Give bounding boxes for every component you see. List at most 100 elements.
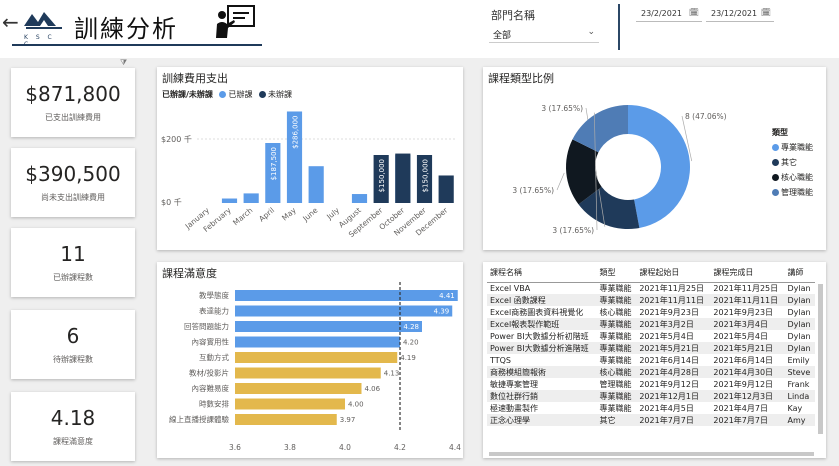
kpi-card-satisfaction: 4.18 課程滿意度 — [11, 392, 135, 461]
kpi-label: 課程滿意度 — [53, 437, 93, 446]
x-tick-label: 4.0 — [339, 443, 351, 452]
table-cell: 專業職能 — [599, 283, 632, 293]
table-row[interactable]: Excel商務圖表資料視覺化 核心職能 2021年9月23日 2021年9月23日 Dy… — [487, 306, 815, 318]
x-tick-label: 3.8 — [284, 443, 296, 452]
kpi-label: 尚未支出訓練費用 — [41, 193, 105, 202]
table-row[interactable]: Excel 函數課程 專業職能 2021年11月11日 2021年11月11日 Dyla… — [487, 294, 815, 306]
table-cell: Amy — [784, 414, 815, 426]
x-tick-label: July — [324, 205, 341, 222]
column-header[interactable]: 課程名稱 — [487, 264, 597, 283]
bar-data-label: $150,000 — [422, 159, 430, 192]
table-cell: 2021年4月5日 — [639, 403, 694, 413]
satisfaction-panel: 課程滿意度 教學態度 4.41 表達能力 4.39 回答問題能力 4.28 內容實用性 4.2… — [157, 262, 463, 458]
y-tick-label: $200 千 — [161, 134, 192, 144]
dept-filter-label: 部門名稱 — [491, 9, 535, 22]
table-cell: 2021年3月2日 — [636, 318, 711, 330]
table-row[interactable]: Excel VBA 專業職能 2021年11月25日 2021年11月25日 Dylan — [487, 282, 815, 294]
legend-dot-icon — [772, 174, 779, 181]
bar-data-label: 4.13 — [384, 370, 400, 378]
filter-icon[interactable]: ⧩ — [120, 58, 127, 68]
end-date-value: 23/12/2021 — [711, 9, 758, 18]
table-row[interactable]: 商務模組簡報術 核心職能 2021年4月28日 2021年4月30日 Steve — [487, 366, 815, 378]
kpi-value: 4.18 — [50, 406, 96, 430]
column-header[interactable]: 課程起始日 — [636, 264, 711, 283]
table-cell: 專業職能 — [596, 390, 637, 402]
table-row[interactable]: 正念心理學 其它 2021年7月7日 2021年7月7日 Amy — [487, 414, 815, 426]
back-arrow-icon[interactable]: ← — [2, 10, 19, 34]
table-cell: TTQS — [490, 355, 512, 365]
bar[interactable] — [235, 305, 453, 317]
column-header[interactable]: 類型 — [596, 264, 637, 283]
bar[interactable] — [221, 198, 238, 203]
page-title: 訓練分析 — [74, 15, 178, 43]
table-row[interactable]: 數位社群行銷 專業職能 2021年12月1日 2021年12月3日 Linda — [487, 390, 815, 402]
table-cell: 2021年9月23日 — [639, 307, 699, 317]
table-cell: 2021年4月30日 — [710, 366, 785, 378]
table-cell: Frank — [787, 379, 810, 389]
dept-filter-dropdown[interactable]: 全部 ⌄ — [489, 25, 599, 43]
column-header[interactable]: 講師 — [784, 264, 815, 283]
table-row[interactable]: 敏捷專案管理 管理職能 2021年9月12日 2021年9月12日 Frank — [487, 378, 815, 390]
kpi-value: 11 — [60, 242, 86, 266]
table-cell: 2021年6月14日 — [639, 355, 699, 365]
table-cell: Dylan — [787, 331, 811, 341]
table-cell: Power BI大數據分析進階班 — [487, 342, 597, 354]
x-tick-label: March — [231, 205, 254, 227]
table-cell: 2021年5月21日 — [710, 342, 785, 354]
y-tick-label: 線上直播授課體驗 — [169, 414, 229, 424]
legend-item[interactable]: 其它 — [772, 157, 813, 168]
bar[interactable] — [235, 290, 458, 301]
table-cell: 2021年3月4日 — [710, 318, 785, 330]
table-cell: 核心職能 — [596, 366, 637, 378]
table-row[interactable]: Power BI大數據分析進階班 專業職能 2021年5月21日 2021年5月21日… — [487, 342, 815, 354]
bar[interactable] — [438, 175, 454, 203]
kpi-label: 已辦課程數 — [53, 273, 93, 282]
y-tick-label: 教學態度 — [199, 290, 229, 300]
bar[interactable] — [235, 414, 337, 425]
bar[interactable] — [235, 367, 381, 379]
legend-item[interactable]: 管理職能 — [772, 187, 813, 198]
calendar-icon[interactable]: 🗓 — [689, 8, 699, 17]
header-divider — [618, 4, 620, 50]
table-scrollbar[interactable] — [818, 284, 823, 434]
legend-item[interactable]: 專業職能 — [772, 142, 813, 153]
donut-legend: 類型 專業職能 其它 核心職能 管理職能 — [772, 127, 813, 202]
legend-item[interactable]: 核心職能 — [772, 172, 813, 183]
legend-label: 管理職能 — [781, 188, 813, 197]
table-row[interactable]: 極速動畫製作 專業職能 2021年4月5日 2021年4月7日 Kay — [487, 402, 815, 414]
calendar-icon[interactable]: 🗓 — [761, 8, 771, 17]
slice-data-label: 3 (17.65%) — [541, 104, 583, 113]
legend-dot-icon — [772, 144, 779, 151]
bar[interactable] — [243, 193, 259, 203]
bar[interactable] — [395, 153, 411, 203]
bar[interactable] — [235, 383, 362, 394]
presenter-icon — [214, 4, 258, 44]
table-cell: 2021年11月11日 — [636, 294, 711, 306]
leader-line — [556, 172, 565, 191]
start-date-input[interactable]: 23/2/2021 🗓 — [636, 6, 702, 22]
table-row[interactable]: Excel報表製作範班 專業職能 2021年3月2日 2021年3月4日 Dylan — [487, 318, 815, 330]
x-tick-label: June — [300, 205, 319, 223]
table-row[interactable]: TTQS 專業職能 2021年6月14日 2021年6月14日 Emily — [487, 354, 815, 366]
table-cell: Excel商務圖表資料視覺化 — [490, 307, 584, 317]
table-scrollbar-horizontal[interactable] — [489, 452, 814, 456]
bar[interactable] — [308, 166, 324, 203]
bar[interactable] — [235, 352, 398, 363]
table-cell: 專業職能 — [596, 342, 637, 354]
bar[interactable] — [235, 398, 345, 410]
legend-label: 專業職能 — [781, 143, 813, 152]
table-cell: 2021年9月23日 — [713, 307, 774, 317]
expense-bar-chart: $0 千$200 千JanuaryFebruaryMarch$187,500Ap… — [161, 110, 457, 239]
table-row[interactable]: Power BI大數據分析初階班 專業職能 2021年5月4日 2021年5月4日 Dy… — [487, 330, 815, 342]
bar[interactable] — [351, 194, 368, 203]
bar[interactable] — [235, 336, 400, 348]
column-header[interactable]: 課程完成日 — [710, 264, 785, 283]
end-date-input[interactable]: 23/12/2021 🗓 — [706, 6, 774, 22]
bar[interactable] — [235, 321, 422, 332]
donut-slice[interactable] — [628, 105, 690, 228]
kpi-label: 已支出訓練費用 — [45, 113, 101, 122]
header-bar: ← K S C C 訓練分析 部門名稱 全部 ⌄ 23/2/2021 🗓 23/… — [0, 0, 839, 58]
x-tick-label: April — [257, 206, 276, 224]
table-cell: 專業職能 — [596, 294, 637, 306]
bar-data-label: $286,000 — [292, 115, 300, 148]
